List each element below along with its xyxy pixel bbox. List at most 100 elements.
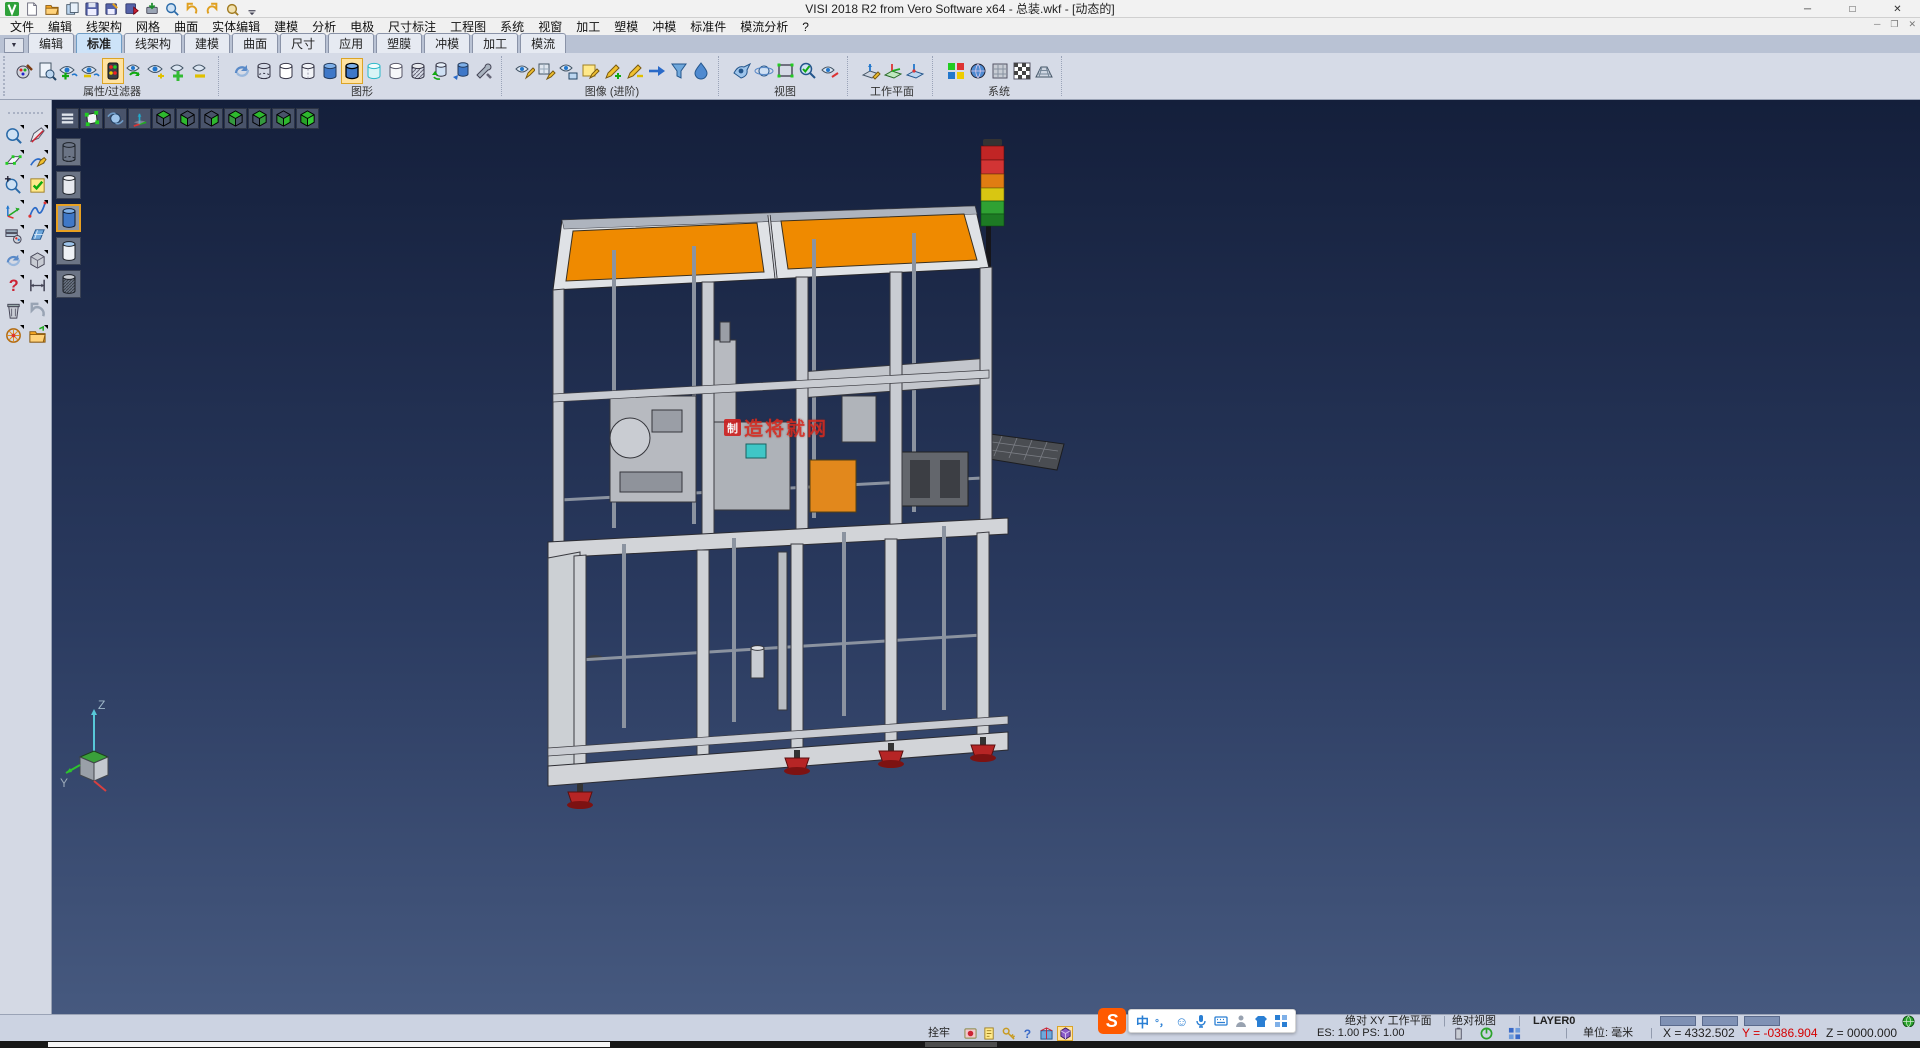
cylinder-hidden-line-icon[interactable] <box>56 171 81 199</box>
snap-lock-label[interactable]: 拴牢 <box>928 1027 950 1040</box>
save-icon[interactable] <box>83 1 100 16</box>
page-filter-icon[interactable] <box>36 58 58 84</box>
qat-more-caret-icon[interactable] <box>243 1 260 16</box>
cube-left-view-icon[interactable] <box>176 108 199 129</box>
ime-emoji-icon[interactable]: ☺ <box>1175 1014 1188 1029</box>
open-folder-icon[interactable] <box>26 324 49 346</box>
menu-progress[interactable]: 冲模 <box>652 18 676 35</box>
tab-dimension[interactable]: 尺寸 <box>280 33 326 53</box>
ime-keyboard-icon[interactable] <box>1214 1014 1228 1028</box>
eye-refresh-icon[interactable] <box>124 58 146 84</box>
tab-mould[interactable]: 塑膜 <box>376 33 422 53</box>
record-icon[interactable] <box>962 1026 978 1041</box>
save-as-icon[interactable] <box>103 1 120 16</box>
help-question-icon[interactable]: ? <box>2 274 25 296</box>
frame-view-icon[interactable] <box>775 58 797 84</box>
menu-hamburger-icon[interactable] <box>56 108 79 129</box>
ime-mic-icon[interactable] <box>1194 1014 1208 1028</box>
new-file-icon[interactable] <box>23 1 40 16</box>
sketch-plus-icon[interactable] <box>602 58 624 84</box>
tab-machining[interactable]: 加工 <box>472 33 518 53</box>
workplane-green-icon[interactable] <box>882 58 904 84</box>
regen-refresh-icon[interactable] <box>2 249 25 271</box>
cube-ne-iso-view-icon[interactable] <box>248 108 271 129</box>
render-tools-icon[interactable] <box>473 58 495 84</box>
plane-frame-icon[interactable] <box>2 149 25 171</box>
render-sphere-icon[interactable] <box>967 58 989 84</box>
checker-icon[interactable] <box>1011 58 1033 84</box>
import-file-icon[interactable] <box>63 1 80 16</box>
menu-machining[interactable]: 加工 <box>576 18 600 35</box>
drop-icon[interactable] <box>690 58 712 84</box>
hide-all-icon[interactable] <box>190 58 212 84</box>
cylinder-shaded-icon[interactable] <box>319 58 341 84</box>
preview-search-icon[interactable] <box>163 1 180 16</box>
tab-wireframe[interactable]: 线架构 <box>124 33 182 53</box>
save-copy-icon[interactable] <box>123 1 140 16</box>
tiles-icon[interactable] <box>1506 1026 1522 1041</box>
cylinder-shaded-white-icon[interactable] <box>56 237 81 265</box>
mdi-close-icon[interactable]: ✕ <box>1908 19 1916 30</box>
taskbar-app-button[interactable] <box>925 1042 997 1047</box>
section-view-icon[interactable] <box>819 58 841 84</box>
cylinder-wireframe-icon[interactable] <box>56 138 81 166</box>
menu-mould[interactable]: 塑模 <box>614 18 638 35</box>
axis-origin-icon[interactable] <box>128 108 151 129</box>
snap-compass-icon[interactable] <box>2 324 25 346</box>
layer-gray-icon[interactable] <box>989 58 1011 84</box>
mdi-minimize-icon[interactable]: ─ <box>1874 19 1880 30</box>
tab-modeling[interactable]: 建模 <box>184 33 230 53</box>
minimize-button[interactable]: ─ <box>1785 0 1830 18</box>
key-icon[interactable] <box>1000 1026 1016 1041</box>
help-icon[interactable]: ? <box>1019 1026 1035 1041</box>
fit-view-icon[interactable] <box>80 108 103 129</box>
cylinder-hatched-icon[interactable] <box>56 270 81 298</box>
delete-trash-icon[interactable] <box>2 299 25 321</box>
traffic-light-icon[interactable] <box>102 58 124 84</box>
cylinder-hidden-line-icon[interactable] <box>297 58 319 84</box>
ime-toolbox-icon[interactable] <box>1274 1014 1288 1028</box>
cube-iso-view-icon[interactable] <box>296 108 319 129</box>
line-color-swatch[interactable] <box>1702 1016 1738 1026</box>
palette-delete-icon[interactable] <box>14 58 36 84</box>
eye-plusminus-icon[interactable] <box>146 58 168 84</box>
open-file-icon[interactable] <box>43 1 60 16</box>
cylinder-shaded-edges-icon[interactable] <box>341 58 363 84</box>
cylinder-recycle-icon[interactable] <box>429 58 451 84</box>
note-edit-icon[interactable] <box>580 58 602 84</box>
tab-application[interactable]: 应用 <box>328 33 374 53</box>
package-icon[interactable] <box>1038 1026 1054 1041</box>
solid-cube-icon[interactable] <box>26 249 49 271</box>
cylinder-update-icon[interactable] <box>451 58 473 84</box>
taskbar-search-box[interactable] <box>48 1042 610 1047</box>
tab-progress[interactable]: 冲模 <box>424 33 470 53</box>
ime-person-icon[interactable] <box>1234 1014 1248 1028</box>
workplane-blue-icon[interactable] <box>904 58 926 84</box>
eye-sketch-icon[interactable] <box>514 58 536 84</box>
show-all-icon[interactable] <box>168 58 190 84</box>
ime-skin-icon[interactable] <box>1254 1014 1268 1028</box>
confirm-check-icon[interactable] <box>26 174 49 196</box>
ime-logo-icon[interactable]: S <box>1098 1008 1126 1034</box>
menu-flow-analysis[interactable]: 模流分析 <box>740 18 788 35</box>
fill-color-swatch[interactable] <box>1744 1016 1780 1026</box>
color-grid-icon[interactable] <box>945 58 967 84</box>
battery-icon[interactable] <box>1450 1026 1466 1041</box>
solid-view-icon[interactable] <box>1057 1026 1073 1041</box>
cube-side-view-icon[interactable] <box>272 108 295 129</box>
cylinder-shaded-icon[interactable] <box>56 204 81 232</box>
cylinder-translucent-icon[interactable] <box>363 58 385 84</box>
ime-punctuation-toggle[interactable]: °， <box>1155 1014 1169 1029</box>
cylinder-wireframe-icon[interactable] <box>253 58 275 84</box>
measure-distance-icon[interactable] <box>26 274 49 296</box>
power-icon[interactable] <box>1478 1026 1494 1041</box>
cube-sw-iso-view-icon[interactable] <box>224 108 247 129</box>
zoom-selection-icon[interactable] <box>2 124 25 146</box>
mdi-restore-icon[interactable]: ❐ <box>1890 19 1898 30</box>
tab-dropdown-button[interactable]: ▼ <box>4 38 24 53</box>
window-view-icon[interactable] <box>26 224 49 246</box>
cube-right-view-icon[interactable] <box>200 108 223 129</box>
eye-remove-icon[interactable] <box>80 58 102 84</box>
zoom-dynamic-icon[interactable] <box>2 174 25 196</box>
move-axes-icon[interactable] <box>2 199 25 221</box>
